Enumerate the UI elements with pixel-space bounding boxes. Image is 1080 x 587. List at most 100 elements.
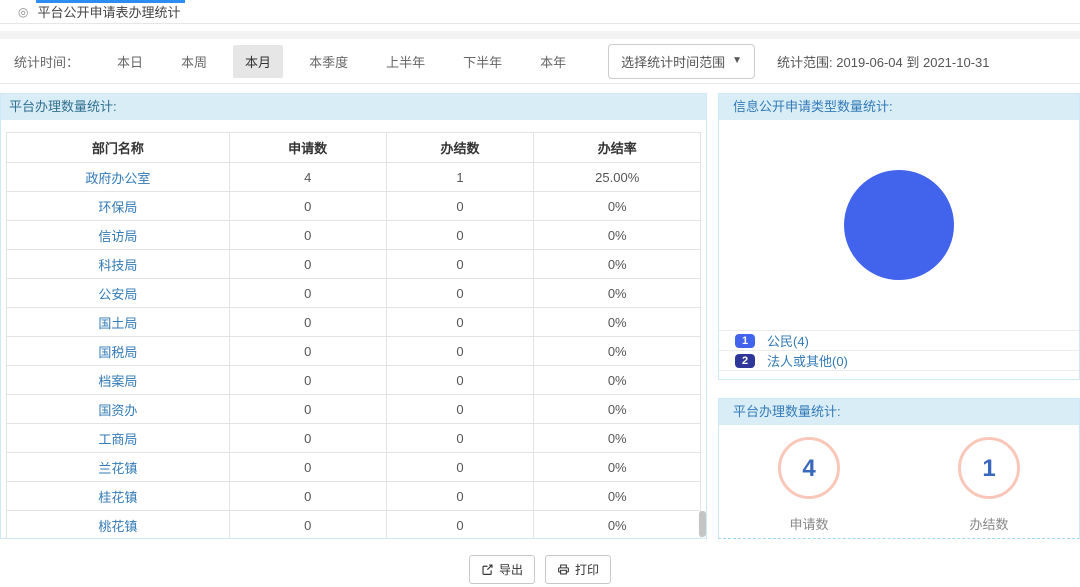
table-row: 国土局000% — [7, 308, 701, 337]
value-cell: 0 — [229, 366, 386, 395]
scrollbar-thumb[interactable] — [699, 511, 706, 537]
dept-name-cell[interactable]: 桂花镇 — [7, 482, 230, 511]
column-header: 部门名称 — [7, 133, 230, 163]
dept-link[interactable]: 信访局 — [98, 229, 137, 244]
value-cell: 0 — [386, 337, 534, 366]
tab-bar: ◎ 平台公开申请表办理统计 — [0, 0, 1080, 24]
value-cell: 0 — [386, 308, 534, 337]
request-type-panel: 信息公开申请类型数量统计: 1公民(4)2法人或其他(0) — [718, 93, 1080, 380]
printer-icon — [557, 563, 570, 576]
dept-link[interactable]: 桂花镇 — [98, 490, 137, 505]
export-button[interactable]: 导出 — [469, 555, 535, 584]
value-cell: 0 — [386, 250, 534, 279]
dept-name-cell[interactable]: 兰花镇 — [7, 453, 230, 482]
stat-label: 申请数 — [719, 514, 899, 533]
value-cell: 0 — [386, 395, 534, 424]
table-row: 桃花镇000% — [7, 511, 701, 540]
dept-link[interactable]: 环保局 — [98, 200, 137, 215]
value-cell: 0 — [229, 337, 386, 366]
filter-bar: 统计时间： 本日本周本月本季度上半年下半年本年 选择统计时间范围 ▼ 统计范围:… — [0, 39, 1080, 84]
value-cell: 0% — [534, 511, 701, 540]
value-cell: 25.00% — [534, 163, 701, 192]
table-row: 科技局000% — [7, 250, 701, 279]
dept-name-cell[interactable]: 国税局 — [7, 337, 230, 366]
value-cell: 0% — [534, 308, 701, 337]
request-type-panel-body: 1公民(4)2法人或其他(0) — [719, 170, 1079, 380]
dept-name-cell[interactable]: 档案局 — [7, 366, 230, 395]
legend-item[interactable]: 1公民(4) — [719, 331, 1079, 351]
eye-icon: ◎ — [18, 6, 28, 18]
table-header-row: 部门名称申请数办结数办结率 — [7, 133, 701, 163]
column-header: 申请数 — [229, 133, 386, 163]
main-content: 平台办理数量统计: 部门名称申请数办结数办结率 政府办公室4125.00%环保局… — [0, 93, 1080, 539]
value-cell: 4 — [229, 163, 386, 192]
filter-option-3[interactable]: 本季度 — [297, 45, 360, 78]
column-header: 办结率 — [534, 133, 701, 163]
table-row: 政府办公室4125.00% — [7, 163, 701, 192]
value-cell: 0 — [386, 453, 534, 482]
value-cell: 0 — [229, 482, 386, 511]
value-cell: 0 — [386, 192, 534, 221]
dept-link[interactable]: 科技局 — [98, 258, 137, 273]
value-cell: 0 — [229, 511, 386, 540]
table-row: 工商局000% — [7, 424, 701, 453]
table-row: 信访局000% — [7, 221, 701, 250]
value-cell: 0 — [386, 511, 534, 540]
dept-link[interactable]: 桃花镇 — [98, 519, 137, 534]
vertical-scrollbar[interactable] — [699, 120, 706, 539]
value-cell: 0 — [229, 192, 386, 221]
dept-stats-panel-title: 平台办理数量统计: — [1, 94, 706, 120]
dept-name-cell[interactable]: 信访局 — [7, 221, 230, 250]
table-row: 公安局000% — [7, 279, 701, 308]
dept-name-cell[interactable]: 国资办 — [7, 395, 230, 424]
filter-option-6[interactable]: 本年 — [528, 45, 578, 78]
legend-badge: 1 — [735, 334, 755, 348]
value-cell: 0% — [534, 337, 701, 366]
caret-down-icon: ▼ — [732, 56, 742, 66]
filter-option-2[interactable]: 本月 — [233, 45, 283, 78]
filter-option-1[interactable]: 本周 — [169, 45, 219, 78]
dept-link[interactable]: 政府办公室 — [85, 171, 150, 186]
footer-actions: 导出 打印 — [0, 555, 1080, 584]
value-cell: 0 — [229, 424, 386, 453]
legend-badge: 2 — [735, 354, 755, 368]
filter-option-0[interactable]: 本日 — [105, 45, 155, 78]
stat-0: 4申请数 — [719, 437, 899, 533]
pie-chart — [844, 170, 954, 280]
dept-link[interactable]: 国税局 — [98, 345, 137, 360]
value-cell: 0 — [386, 482, 534, 511]
dept-name-cell[interactable]: 公安局 — [7, 279, 230, 308]
dept-name-cell[interactable]: 工商局 — [7, 424, 230, 453]
value-cell: 0 — [386, 366, 534, 395]
value-cell: 0% — [534, 250, 701, 279]
value-cell: 0 — [386, 424, 534, 453]
dept-link[interactable]: 档案局 — [98, 374, 137, 389]
dept-link[interactable]: 兰花镇 — [98, 461, 137, 476]
table-row: 环保局000% — [7, 192, 701, 221]
value-cell: 0% — [534, 453, 701, 482]
dept-link[interactable]: 工商局 — [98, 432, 137, 447]
dept-name-cell[interactable]: 科技局 — [7, 250, 230, 279]
tab-platform-open-request-stats[interactable]: ◎ 平台公开申请表办理统计 — [8, 0, 195, 23]
dept-link[interactable]: 国土局 — [98, 316, 137, 331]
right-column: 信息公开申请类型数量统计: 1公民(4)2法人或其他(0) 平台办理数量统计: … — [718, 93, 1080, 539]
filter-option-5[interactable]: 下半年 — [451, 45, 514, 78]
pie-legend: 1公民(4)2法人或其他(0) — [719, 330, 1079, 371]
date-range-dropdown[interactable]: 选择统计时间范围 ▼ — [608, 44, 755, 79]
dept-name-cell[interactable]: 国土局 — [7, 308, 230, 337]
stat-circle: 1 — [958, 437, 1020, 499]
totals-panel-title: 平台办理数量统计: — [719, 399, 1079, 425]
dept-name-cell[interactable]: 环保局 — [7, 192, 230, 221]
dept-name-cell[interactable]: 桃花镇 — [7, 511, 230, 540]
totals-panel: 平台办理数量统计: 4申请数1办结数 — [718, 398, 1080, 539]
dept-link[interactable]: 公安局 — [98, 287, 137, 302]
tab-title: 平台公开申请表办理统计 — [37, 2, 180, 21]
column-header: 办结数 — [386, 133, 534, 163]
dept-link[interactable]: 国资办 — [98, 403, 137, 418]
filter-option-4[interactable]: 上半年 — [374, 45, 437, 78]
print-button[interactable]: 打印 — [545, 555, 611, 584]
value-cell: 0% — [534, 395, 701, 424]
table-row: 国资办000% — [7, 395, 701, 424]
dept-name-cell[interactable]: 政府办公室 — [7, 163, 230, 192]
legend-item[interactable]: 2法人或其他(0) — [719, 351, 1079, 371]
